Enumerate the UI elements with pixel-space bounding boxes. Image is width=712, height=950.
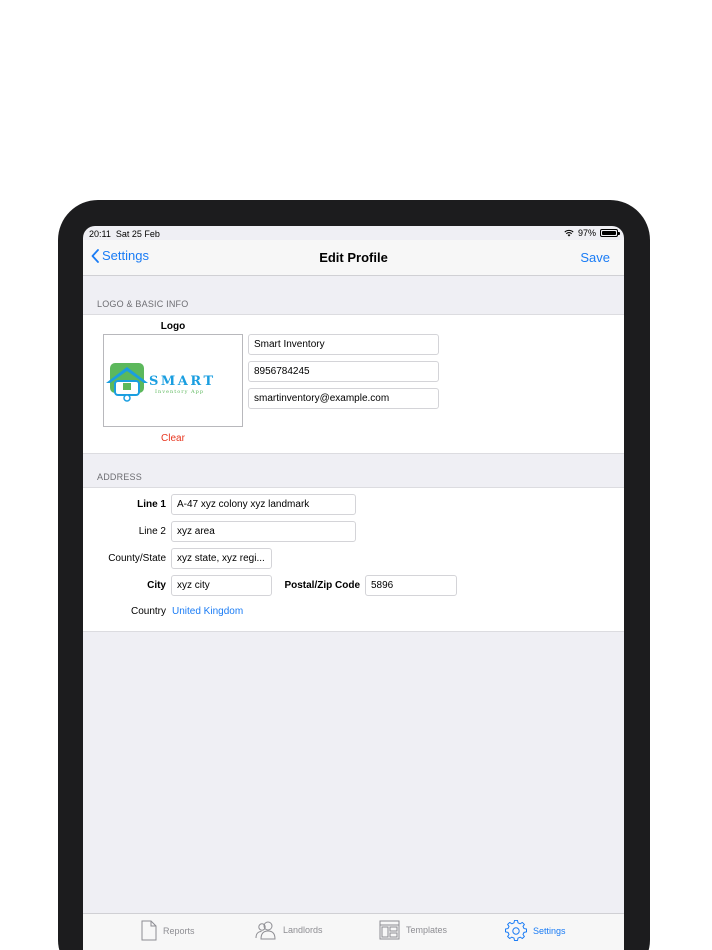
tab-templates[interactable]: Templates [379,920,447,940]
tab-templates-label: Templates [406,925,448,935]
postal-code-label: Postal/Zip Code [284,580,360,591]
page-title: Edit Profile [319,250,388,265]
tab-reports[interactable]: Reports [141,920,195,941]
address-section: Line 1 A-47 xyz colony xyz landmark Line… [83,487,624,632]
company-name-field[interactable]: Smart Inventory [248,334,439,355]
line2-field[interactable]: xyz area [171,521,356,542]
county-state-label: County/State [108,553,166,564]
people-icon [255,921,276,940]
logo-image[interactable]: SMART Inventory App [103,334,243,427]
country-label: Country [130,606,166,617]
save-button[interactable]: Save [580,250,610,265]
navigation-bar: Settings Edit Profile Save [83,240,624,276]
address-section-header: ADDRESS [97,472,142,482]
status-indicators: 97% [564,228,620,238]
status-date: Sat 25 Feb [115,229,160,239]
status-time: 20:11 [89,229,111,239]
country-selector[interactable]: United Kingdom [172,606,243,617]
logo-tagline: Inventory App [155,389,204,395]
postal-code-field[interactable]: 5896 [365,575,457,596]
battery-icon [600,229,620,237]
document-icon [141,920,157,941]
logo-section-header: LOGO & BASIC INFO [97,299,189,309]
tab-settings-label: Settings [533,926,566,936]
tab-landlords[interactable]: Landlords [255,920,323,940]
status-bar: 20:11 Sat 25 Feb 97% [83,226,624,240]
smart-inventory-logo: SMART Inventory App [106,362,216,402]
line1-field[interactable]: A-47 xyz colony xyz landmark [171,494,356,515]
clear-logo-button[interactable]: Clear [103,433,243,444]
wifi-icon [564,229,574,237]
status-time-date: 20:11 Sat 25 Feb [89,229,160,239]
city-label: City [147,580,166,591]
email-field[interactable]: smartinventory@example.com [248,388,439,409]
logo-label: Logo [160,321,186,332]
logo-wordmark: SMART [149,374,216,389]
line1-label: Line 1 [137,499,166,510]
tab-reports-label: Reports [163,925,195,936]
tab-landlords-label: Landlords [283,925,323,935]
line2-label: Line 2 [138,526,166,537]
app-screen: 20:11 Sat 25 Feb 97% Settings Edit Profi… [83,226,624,950]
tab-bar: Reports Landlords Templates Settings [83,913,624,950]
logo-basic-info-section: Logo SMART Inventory App Clear Smart Inv… [83,314,624,454]
tab-settings[interactable]: Settings [505,920,566,942]
template-icon [379,920,400,940]
phone-field[interactable]: 8956784245 [248,361,439,382]
battery-percent: 97% [577,228,596,238]
gear-icon [505,920,527,941]
city-field[interactable]: xyz city [171,575,272,596]
county-state-field[interactable]: xyz state, xyz regi... [171,548,272,569]
